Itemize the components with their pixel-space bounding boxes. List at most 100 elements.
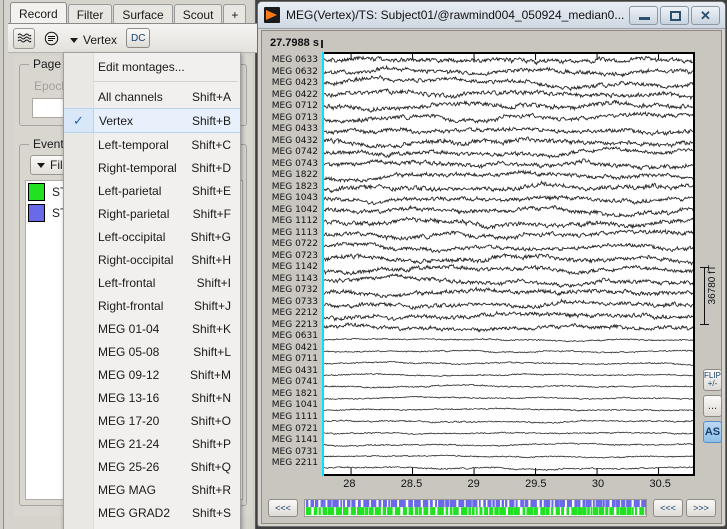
event-mark [305, 507, 312, 516]
channel-label[interactable]: MEG 0423 [264, 78, 320, 90]
channel-label[interactable]: MEG 2213 [264, 320, 320, 332]
channel-label[interactable]: MEG 0422 [264, 90, 320, 102]
menu-item-meg-grad2[interactable]: MEG GRAD2 Shift+S [64, 501, 240, 524]
channel-label[interactable]: MEG 2212 [264, 308, 320, 320]
channel-label[interactable]: MEG 0741 [264, 377, 320, 389]
channel-label[interactable]: MEG 0432 [264, 136, 320, 148]
event-mark [335, 507, 342, 516]
menu-item-right-parietal[interactable]: Right-parietal Shift+F [64, 202, 240, 225]
menu-item-meg-17-20[interactable]: MEG 17-20 Shift+O [64, 409, 240, 432]
montage-selector[interactable]: Vertex [70, 33, 117, 47]
channel-label[interactable]: MEG 1141 [264, 435, 320, 447]
menu-item-label: Right-parietal [98, 206, 170, 221]
meg-trace [324, 395, 693, 400]
channel-label[interactable]: MEG 0431 [264, 366, 320, 378]
channel-label[interactable]: MEG 2211 [264, 458, 320, 470]
channel-label[interactable]: MEG 1041 [264, 400, 320, 412]
channel-label[interactable]: MEG 0711 [264, 354, 320, 366]
channel-label[interactable]: MEG 0743 [264, 159, 320, 171]
event-mark [418, 507, 422, 516]
menu-item-left-temporal[interactable]: Left-temporal Shift+C [64, 133, 240, 156]
list-icon[interactable] [40, 28, 62, 49]
channel-label[interactable]: MEG 0721 [264, 424, 320, 436]
channel-label[interactable]: MEG 0632 [264, 67, 320, 79]
channel-label[interactable]: MEG 1821 [264, 389, 320, 401]
tab-label: Scout [182, 7, 214, 22]
menu-item-edit-montages[interactable]: Edit montages... [64, 55, 240, 78]
menu-item-right-frontal[interactable]: Right-frontal Shift+J [64, 294, 240, 317]
close-button[interactable]: ✕ [691, 5, 720, 25]
channel-label[interactable]: MEG 0631 [264, 331, 320, 343]
menu-item-vertex[interactable]: ✓ Vertex Shift+B [64, 108, 240, 133]
tab--[interactable]: + [223, 4, 247, 24]
channel-label[interactable]: MEG 0731 [264, 447, 320, 459]
maximize-button[interactable] [660, 5, 689, 25]
waves-icon[interactable] [13, 28, 35, 49]
dc-button[interactable]: DC [126, 28, 151, 48]
meg-titlebar[interactable]: MEG(Vertex)/TS: Subject01/@rawmind004_05… [258, 2, 725, 29]
menu-item-left-parietal[interactable]: Left-parietal Shift+E [64, 179, 240, 202]
menu-item-left-frontal[interactable]: Left-frontal Shift+I [64, 271, 240, 294]
menu-item-meg-25-26[interactable]: MEG 25-26 Shift+Q [64, 455, 240, 478]
tab-surface[interactable]: Surface [113, 4, 173, 24]
channel-label[interactable]: MEG 0421 [264, 343, 320, 355]
flip-button[interactable]: FLIP +/- [703, 369, 722, 391]
flip-label: FLIP +/- [704, 371, 721, 388]
event-mark [587, 507, 590, 516]
scroll-forward-button[interactable]: >>> [686, 499, 716, 517]
menu-item-meg-mag[interactable]: MEG MAG Shift+R [64, 478, 240, 501]
menu-item-meg-05-08[interactable]: MEG 05-08 Shift+L [64, 340, 240, 363]
channel-label[interactable]: MEG 1823 [264, 182, 320, 194]
channel-label[interactable]: MEG 1143 [264, 274, 320, 286]
event-mark [445, 507, 449, 516]
menu-item-right-occipital[interactable]: Right-occipital Shift+H [64, 248, 240, 271]
event-mark [574, 500, 578, 508]
meg-trace [324, 194, 693, 206]
minimize-button[interactable] [629, 5, 658, 25]
amplitude-scale: 36780 fT [698, 261, 722, 336]
auto-scale-button[interactable]: AS [703, 421, 722, 443]
channel-label[interactable]: MEG 0433 [264, 124, 320, 136]
menu-item-meg-21-24[interactable]: MEG 21-24 Shift+P [64, 432, 240, 455]
channel-label[interactable]: MEG 0733 [264, 297, 320, 309]
menu-item-shortcut: Shift+S [191, 505, 231, 520]
channel-label[interactable]: MEG 1042 [264, 205, 320, 217]
channel-label[interactable]: MEG 1043 [264, 193, 320, 205]
channel-label[interactable]: MEG 0722 [264, 239, 320, 251]
menu-item-shortcut: Shift+N [191, 390, 231, 405]
channel-label[interactable]: MEG 0633 [264, 55, 320, 67]
scroll-back-button[interactable]: <<< [653, 499, 683, 517]
menu-item-label: Vertex [99, 113, 134, 128]
menu-item-shortcut: Shift+B [191, 113, 231, 128]
tab-record[interactable]: Record [10, 2, 67, 24]
menu-item-right-temporal[interactable]: Right-temporal Shift+D [64, 156, 240, 179]
menu-item-meg-grad3[interactable]: MEG GRAD3Shift+T [64, 524, 240, 529]
montage-dropdown-menu[interactable]: Edit montages... All channels Shift+A ✓ Vert… [63, 52, 241, 529]
more-button[interactable]: ... [703, 395, 722, 417]
channel-label[interactable]: MEG 1112 [264, 216, 320, 228]
channel-label[interactable]: MEG 1142 [264, 262, 320, 274]
channel-label[interactable]: MEG 0712 [264, 101, 320, 113]
channel-label[interactable]: MEG 1113 [264, 228, 320, 240]
menu-item-meg-13-16[interactable]: MEG 13-16 Shift+N [64, 386, 240, 409]
menu-item-meg-09-12[interactable]: MEG 09-12 Shift+M [64, 363, 240, 386]
channel-label[interactable]: MEG 0732 [264, 285, 320, 297]
menu-item-left-occipital[interactable]: Left-occipital Shift+G [64, 225, 240, 248]
menu-item-meg-01-04[interactable]: MEG 01-04 Shift+K [64, 317, 240, 340]
channel-label[interactable]: MEG 0723 [264, 251, 320, 263]
channel-label[interactable]: MEG 1822 [264, 170, 320, 182]
event-mark [577, 507, 583, 516]
channel-label[interactable]: MEG 0742 [264, 147, 320, 159]
channel-label[interactable]: MEG 0713 [264, 113, 320, 125]
event-mark [350, 507, 356, 516]
page-back-button[interactable]: <<< [268, 499, 298, 517]
tab-scout[interactable]: Scout [173, 4, 223, 24]
menu-item-all-channels[interactable]: All channels Shift+A [64, 85, 240, 108]
channel-label[interactable]: MEG 1111 [264, 412, 320, 424]
meg-plot-area[interactable] [322, 52, 695, 476]
time-cursor[interactable] [322, 52, 324, 476]
event-overview-strip[interactable] [304, 499, 647, 517]
tab-filter[interactable]: Filter [67, 4, 113, 24]
event-color-swatch [28, 203, 45, 222]
event-mark [472, 500, 478, 508]
